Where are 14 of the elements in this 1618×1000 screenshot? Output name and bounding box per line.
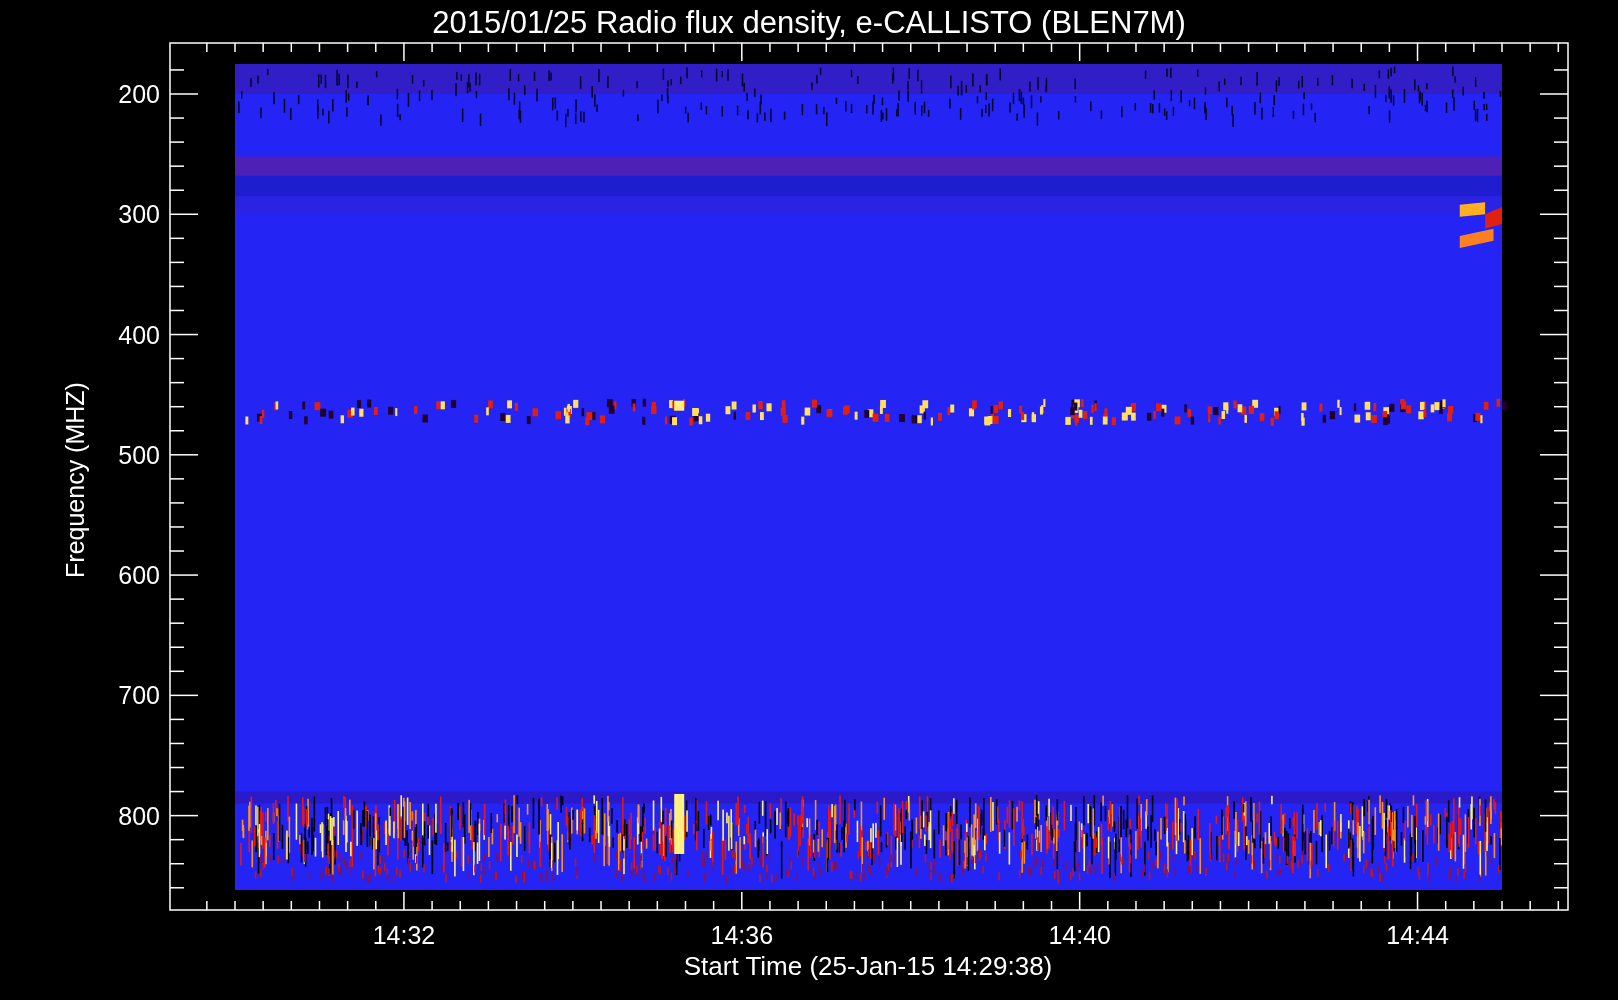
y-tick-label: 400 [118, 320, 160, 349]
x-axis-label: Start Time (25-Jan-15 14:29:38) [683, 951, 1053, 981]
y-tick-label: 700 [118, 681, 160, 710]
y-tick-label: 300 [118, 200, 160, 229]
y-tick-label: 200 [118, 80, 160, 108]
y-tick-label: 500 [118, 440, 160, 469]
x-tick-label: 14:40 [1048, 921, 1111, 949]
x-tick-label: 14:44 [1386, 921, 1449, 949]
x-tick-label: 14:32 [372, 921, 436, 949]
y-axis-label: Frequency (MHZ) [61, 382, 89, 578]
chart-title: 2015/01/25 Radio flux density, e-CALLISTO (BLEN7M) [432, 5, 1186, 40]
y-tick-label: 800 [118, 801, 160, 830]
x-tick-label: 14:36 [710, 921, 774, 949]
y-tick-label: 600 [118, 561, 160, 590]
